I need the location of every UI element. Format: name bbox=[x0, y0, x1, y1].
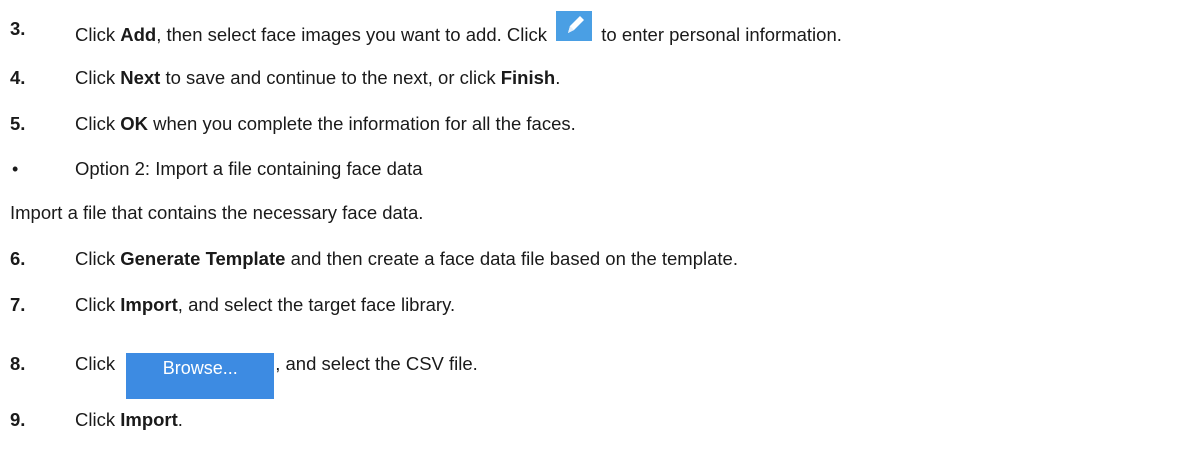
add-label: Add bbox=[120, 24, 157, 45]
step-text: Click bbox=[75, 24, 121, 45]
step-text: , and select the CSV file. bbox=[275, 353, 478, 374]
generate-template-label: Generate Template bbox=[120, 248, 286, 269]
pencil-edit-icon[interactable] bbox=[556, 11, 593, 41]
step-text: . bbox=[177, 409, 183, 430]
step-text: Click bbox=[75, 248, 121, 269]
browse-button[interactable]: Browse... bbox=[126, 353, 275, 399]
step-text: , then select face images you want to ad… bbox=[156, 24, 553, 45]
bullet-icon: • bbox=[12, 159, 19, 179]
step-text: . bbox=[555, 67, 561, 88]
step-text: Click bbox=[75, 353, 121, 374]
paragraph-text: Import a file that contains the necessar… bbox=[10, 202, 424, 223]
step-number: 5. bbox=[10, 113, 26, 134]
step-text: , and select the target face library. bbox=[177, 294, 456, 315]
step-number: 6. bbox=[10, 248, 26, 269]
step-text: Click bbox=[75, 113, 121, 134]
step-number: 7. bbox=[10, 294, 26, 315]
step-text: and then create a face data file based o… bbox=[285, 248, 738, 269]
step-text: Click bbox=[75, 294, 121, 315]
step-text: to save and continue to the next, or cli… bbox=[160, 67, 501, 88]
step-number: 4. bbox=[10, 67, 26, 88]
option-2-text: Option 2: Import a file containing face … bbox=[75, 158, 423, 179]
step-number: 8. bbox=[10, 353, 26, 374]
step-text: when you complete the information for al… bbox=[147, 113, 576, 134]
next-label: Next bbox=[120, 67, 161, 88]
finish-label: Finish bbox=[500, 67, 556, 88]
step-text: Click bbox=[75, 409, 121, 430]
step-number: 3. bbox=[10, 18, 26, 39]
step-text: Click bbox=[75, 67, 121, 88]
ok-label: OK bbox=[120, 113, 148, 134]
step-number: 9. bbox=[10, 409, 26, 430]
import-label: Import bbox=[120, 409, 178, 430]
step-text: to enter personal information. bbox=[596, 24, 842, 45]
import-label: Import bbox=[120, 294, 178, 315]
